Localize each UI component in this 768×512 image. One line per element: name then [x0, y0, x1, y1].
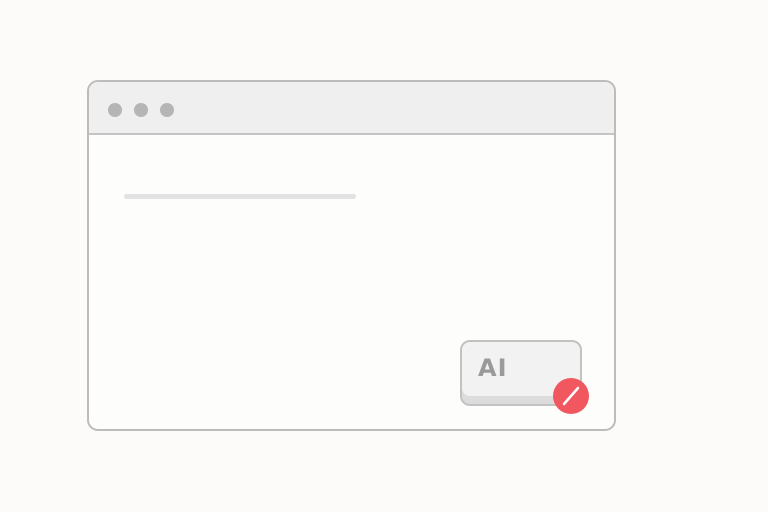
- content-placeholder-line: [124, 194, 356, 199]
- window-titlebar: [89, 82, 614, 135]
- illustration-canvas: AI: [0, 0, 768, 512]
- prohibited-icon: [553, 378, 589, 414]
- close-dot-icon[interactable]: [108, 103, 122, 117]
- minimize-dot-icon[interactable]: [134, 103, 148, 117]
- ai-key-label: AI: [478, 354, 508, 382]
- maximize-dot-icon[interactable]: [160, 103, 174, 117]
